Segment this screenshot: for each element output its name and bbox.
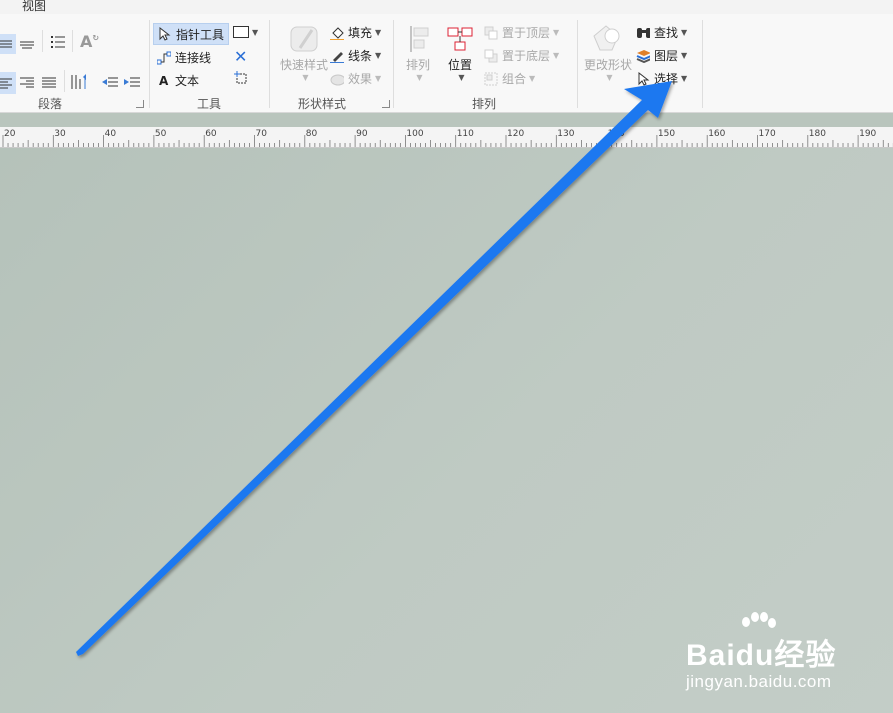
annotation-arrow	[76, 81, 672, 656]
blue-arrow-shape	[76, 81, 672, 656]
baidu-jingyan-watermark: Baidu经验 jingyan.baidu.com	[686, 612, 836, 692]
watermark-url: jingyan.baidu.com	[686, 672, 832, 691]
paw-logo-icon	[742, 612, 776, 628]
